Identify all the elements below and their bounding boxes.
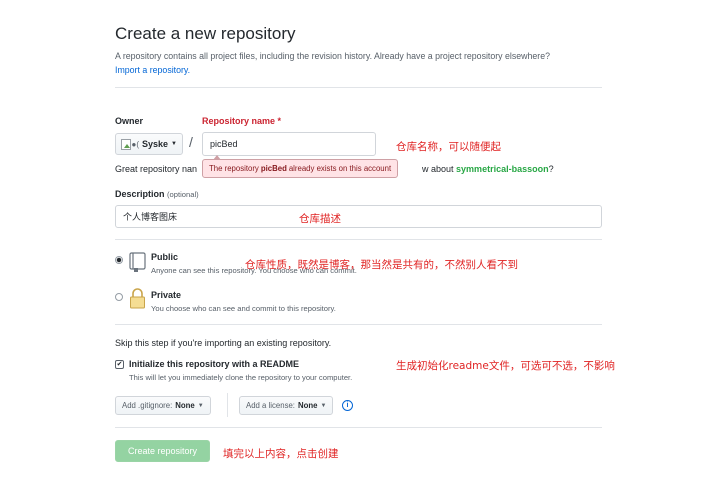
- suggestion-prefix: w about: [422, 164, 454, 174]
- divider: [115, 324, 602, 325]
- annotation-visibility: 仓库性质，既然是博客，那当然是共有的，不然别人看不到: [245, 259, 518, 271]
- public-radio[interactable]: [115, 256, 123, 264]
- readme-checkbox[interactable]: ✔: [115, 360, 124, 369]
- suggestion-suffix: ?: [548, 164, 554, 174]
- divider: [115, 87, 602, 88]
- gitignore-value: None: [175, 401, 195, 410]
- caret-down-icon: ▼: [320, 402, 327, 409]
- divider: [115, 427, 602, 428]
- annotation-readme: 生成初始化readme文件，可选可不选，不影响: [396, 360, 615, 372]
- owner-name: Syske: [142, 139, 169, 149]
- repo-name-label-text: Repository name: [202, 116, 276, 126]
- private-description: You choose who can see and commit to thi…: [151, 304, 336, 313]
- private-title: Private: [151, 290, 182, 300]
- create-repository-button[interactable]: Create repository: [115, 440, 210, 462]
- info-icon[interactable]: i: [342, 400, 353, 411]
- private-radio[interactable]: [115, 293, 123, 301]
- error-repo-name: picBed: [260, 164, 287, 173]
- suggested-repo-name[interactable]: symmetrical-bassoon: [456, 164, 549, 174]
- owner-label: Owner: [115, 116, 144, 126]
- owner-select-button[interactable]: ●( Syske ▼: [115, 133, 183, 155]
- check-icon: ✔: [116, 361, 123, 368]
- name-suggestion-right: w about symmetrical-bassoon?: [422, 164, 554, 174]
- intro-text: A repository contains all project files,…: [115, 51, 551, 61]
- caret-down-icon: ▼: [197, 402, 204, 409]
- page-title: Create a new repository: [115, 24, 296, 43]
- repo-book-icon: [129, 252, 146, 272]
- license-select[interactable]: Add a license: None ▼: [239, 396, 334, 415]
- description-input[interactable]: [115, 205, 602, 228]
- avatar-alt-text: ●(: [131, 139, 140, 149]
- gitignore-select[interactable]: Add .gitignore: None ▼: [115, 396, 211, 415]
- annotation-submit: 填完以上内容，点击创建: [223, 448, 339, 460]
- gitignore-label: Add .gitignore:: [122, 401, 173, 410]
- error-prefix: The repository: [209, 164, 259, 173]
- annotation-repo-name: 仓库名称，可以随便起: [396, 141, 501, 153]
- description-label: Description (optional): [115, 189, 199, 199]
- license-label: Add a license:: [246, 401, 295, 410]
- skip-step-text: Skip this step if you're importing an ex…: [115, 338, 332, 348]
- license-value: None: [297, 401, 318, 410]
- import-repository-link[interactable]: Import a repository.: [115, 65, 190, 75]
- page-intro: A repository contains all project files,…: [115, 49, 615, 77]
- required-mark: *: [277, 116, 282, 126]
- name-suggestion-left: Great repository nan: [115, 164, 198, 174]
- broken-avatar-icon: [121, 138, 131, 150]
- repo-name-label: Repository name *: [202, 116, 281, 126]
- annotation-description: 仓库描述: [299, 213, 341, 225]
- caret-down-icon: ▼: [171, 141, 177, 147]
- select-separator: [227, 393, 228, 417]
- repo-exists-error-tooltip: The repository picBed already exists on …: [202, 155, 399, 178]
- readme-description: This will let you immediately clone the …: [129, 373, 353, 382]
- error-suffix: already exists on this account: [288, 164, 392, 173]
- divider: [115, 239, 602, 240]
- owner-repo-separator: /: [189, 134, 193, 150]
- public-title: Public: [151, 252, 179, 262]
- lock-icon: [130, 288, 145, 309]
- readme-label: Initialize this repository with a README: [129, 359, 300, 369]
- optional-hint: (optional): [167, 190, 199, 199]
- description-label-text: Description: [115, 189, 165, 199]
- repo-name-input[interactable]: [202, 132, 376, 156]
